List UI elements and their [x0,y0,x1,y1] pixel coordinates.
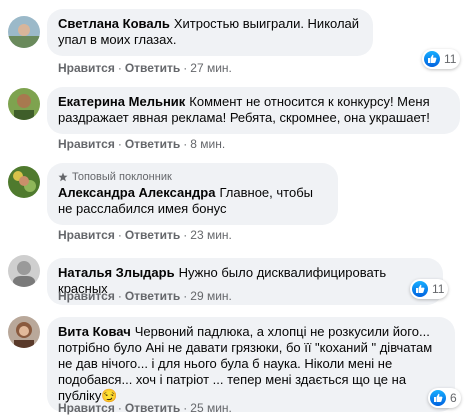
timestamp[interactable]: 25 мин. [190,401,232,415]
avatar[interactable] [8,88,40,120]
reactions-badge[interactable]: 11 [422,49,461,69]
comment-bubble: Екатерина Мельник Коммент не относится к … [47,87,460,134]
separator: · [183,137,188,151]
timestamp[interactable]: 29 мин. [190,289,232,303]
separator: · [117,289,122,303]
timestamp[interactable]: 8 мин. [190,137,225,151]
like-button[interactable]: Нравится [58,61,115,75]
reply-button[interactable]: Ответить [125,61,180,75]
top-fan-label: Топовый поклонник [72,171,172,183]
comment-actions: Нравится · Ответить · 8 мин. [58,137,225,151]
separator: · [183,289,188,303]
author-name[interactable]: Наталья Злыдарь [58,265,175,280]
reply-button[interactable]: Ответить [125,401,180,415]
author-name[interactable]: Александра Александра [58,185,215,200]
separator: · [117,228,122,242]
like-button[interactable]: Нравится [58,228,115,242]
reactions-count: 11 [432,282,445,296]
separator: · [117,61,122,75]
avatar[interactable] [8,255,40,287]
top-fan-icon [58,172,68,182]
separator: · [117,401,122,415]
reply-button[interactable]: Ответить [125,228,180,242]
separator: · [183,401,188,415]
comment-actions: Нравится · Ответить · 23 мин. [58,228,232,242]
avatar[interactable] [8,316,40,348]
like-reaction-icon [412,281,428,297]
comment-actions: Нравится · Ответить · 29 мин. [58,289,232,303]
reactions-count: 6 [450,391,457,405]
separator: · [183,228,188,242]
like-reaction-icon [430,390,446,406]
avatar[interactable] [8,16,40,48]
author-name[interactable]: Екатерина Мельник [58,94,185,109]
like-button[interactable]: Нравится [58,401,115,415]
reply-button[interactable]: Ответить [125,137,180,151]
comment-actions: Нравится · Ответить · 25 мин. [58,401,232,415]
like-button[interactable]: Нравится [58,289,115,303]
top-fan-badge: Топовый поклонник [58,170,327,184]
like-button[interactable]: Нравится [58,137,115,151]
separator: · [117,137,122,151]
comment-bubble: Топовый поклонник Александра Александра Г… [47,163,338,225]
avatar[interactable] [8,166,40,198]
reply-button[interactable]: Ответить [125,289,180,303]
comment-bubble: Вита Ковач Червоний падлюка, а хлопці не … [47,317,455,412]
comment-bubble: Светлана Коваль Хитростью выиграли. Никол… [47,9,373,56]
reactions-badge[interactable]: 11 [410,279,449,299]
comment-actions: Нравится · Ответить · 27 мин. [58,61,232,75]
timestamp[interactable]: 27 мин. [190,61,232,75]
author-name[interactable]: Вита Ковач [58,324,131,339]
separator: · [183,61,188,75]
like-reaction-icon [424,51,440,67]
timestamp[interactable]: 23 мин. [190,228,232,242]
author-name[interactable]: Светлана Коваль [58,16,170,31]
reactions-count: 11 [444,52,457,66]
reactions-badge[interactable]: 6 [428,388,461,408]
